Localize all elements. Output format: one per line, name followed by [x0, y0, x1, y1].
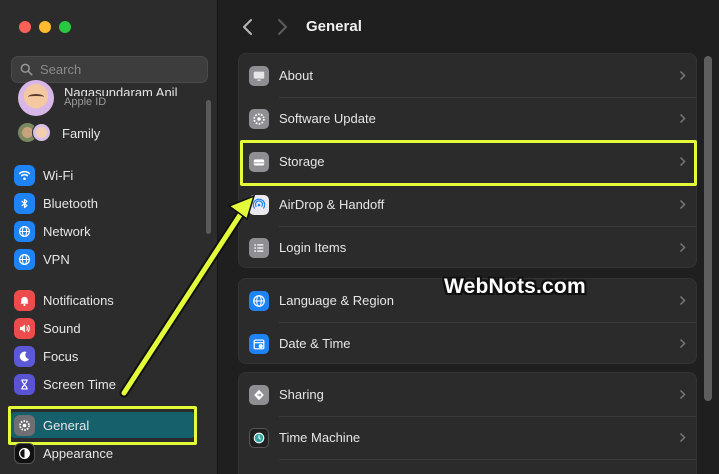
- chevron-right-icon: [679, 242, 686, 253]
- row-label: Language & Region: [279, 293, 394, 308]
- main-pane: General About Software Update Storage Ai…: [219, 0, 719, 474]
- list-icon: [249, 237, 269, 258]
- sidebar-item-bluetooth[interactable]: Bluetooth: [14, 190, 194, 216]
- hourglass-icon: [14, 373, 35, 395]
- sidebar-item-label: Wi-Fi: [43, 167, 74, 183]
- avatar: [18, 80, 54, 116]
- search-field[interactable]: [11, 56, 208, 83]
- sidebar-item-focus[interactable]: Focus: [14, 343, 194, 369]
- settings-window: Nagasundaram Anil Apple ID Family Wi-Fi …: [0, 0, 719, 474]
- bell-icon: [14, 289, 35, 311]
- row-time-machine[interactable]: Time Machine: [239, 416, 698, 459]
- sharing-icon: [249, 384, 269, 405]
- chevron-right-icon: [679, 70, 686, 81]
- profile-name: Nagasundaram Anil: [64, 85, 178, 96]
- sidebar-item-label: Network: [43, 223, 91, 239]
- sidebar-item-network[interactable]: Network: [14, 218, 194, 244]
- row-label: Sharing: [279, 387, 324, 402]
- chevron-right-icon: [679, 199, 686, 210]
- row-login-items[interactable]: Login Items: [239, 226, 698, 269]
- sidebar-item-sound[interactable]: Sound: [14, 315, 194, 341]
- wifi-icon: [14, 164, 35, 186]
- general-group-3: Sharing Time Machine: [238, 372, 697, 474]
- sidebar-item-label: Notifications: [43, 292, 114, 308]
- vpn-icon: [14, 248, 35, 270]
- traffic-lights: [19, 21, 71, 33]
- close-window-button[interactable]: [19, 21, 31, 33]
- back-chevron-icon[interactable]: [241, 18, 255, 36]
- main-scrollbar[interactable]: [704, 56, 712, 401]
- globe-icon: [14, 220, 35, 242]
- sidebar-item-notifications[interactable]: Notifications: [14, 287, 194, 313]
- page-title: General: [306, 18, 362, 35]
- row-label: Time Machine: [279, 430, 361, 445]
- bluetooth-icon: [14, 192, 35, 214]
- storage-highlight-box: [240, 140, 697, 186]
- row-software-update[interactable]: Software Update: [239, 97, 698, 140]
- sidebar-item-family[interactable]: Family: [18, 123, 100, 143]
- sidebar-item-screen-time[interactable]: Screen Time: [14, 371, 194, 397]
- software-update-icon: [249, 108, 269, 129]
- chevron-right-icon: [679, 432, 686, 443]
- about-icon: [249, 65, 269, 86]
- row-date-time[interactable]: Date & Time: [239, 322, 698, 365]
- sidebar-item-label: Sound: [43, 320, 81, 336]
- sidebar: Nagasundaram Anil Apple ID Family Wi-Fi …: [0, 0, 218, 474]
- sidebar-item-wifi[interactable]: Wi-Fi: [14, 162, 194, 188]
- search-icon: [20, 63, 33, 76]
- watermark: WebNots.com: [444, 275, 586, 298]
- sidebar-scrollbar[interactable]: [206, 100, 211, 234]
- sidebar-item-label: Bluetooth: [43, 195, 98, 211]
- forward-chevron-icon[interactable]: [275, 18, 289, 36]
- row-label: Date & Time: [279, 336, 351, 351]
- speaker-icon: [14, 317, 35, 339]
- sidebar-item-label: Screen Time: [43, 376, 116, 392]
- globe-icon: [249, 290, 269, 311]
- calendar-icon: [249, 333, 269, 354]
- sidebar-item-label: Appearance: [43, 445, 114, 461]
- moon-icon: [14, 345, 35, 367]
- search-input[interactable]: [40, 62, 200, 77]
- chevron-right-icon: [679, 113, 686, 124]
- chevron-right-icon: [679, 389, 686, 400]
- apple-id-profile[interactable]: Nagasundaram Anil Apple ID: [18, 80, 178, 116]
- minimize-window-button[interactable]: [39, 21, 51, 33]
- chevron-right-icon: [679, 338, 686, 349]
- sidebar-item-appearance[interactable]: Appearance: [14, 440, 194, 466]
- sidebar-item-label: Focus: [43, 348, 79, 364]
- row-sharing[interactable]: Sharing: [239, 373, 698, 416]
- chevron-right-icon: [679, 295, 686, 306]
- family-avatars: [18, 123, 54, 143]
- row-label: AirDrop & Handoff: [279, 197, 385, 212]
- sidebar-item-vpn[interactable]: VPN: [14, 246, 194, 272]
- row-airdrop-handoff[interactable]: AirDrop & Handoff: [239, 183, 698, 226]
- row-label: About: [279, 68, 313, 83]
- sidebar-item-label: Family: [62, 125, 101, 141]
- row-about[interactable]: About: [239, 54, 698, 97]
- profile-subtitle: Apple ID: [64, 95, 107, 108]
- sidebar-item-label: VPN: [43, 251, 70, 267]
- row-label: Software Update: [279, 111, 376, 126]
- appearance-icon: [14, 442, 35, 464]
- row-label: Login Items: [279, 240, 347, 255]
- airdrop-icon: [249, 194, 269, 215]
- toolbar: General: [219, 0, 719, 55]
- zoom-window-button[interactable]: [59, 21, 71, 33]
- time-machine-icon: [249, 427, 269, 448]
